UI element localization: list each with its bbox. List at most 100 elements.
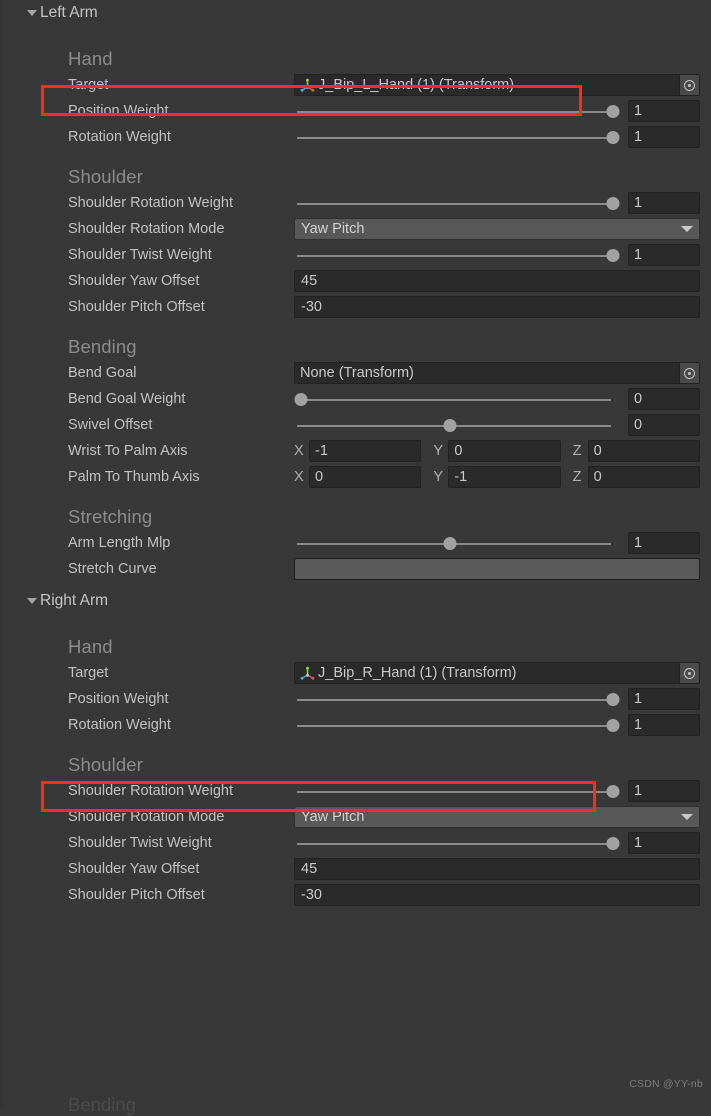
property-row-arm-length-mlp: Arm Length Mlp 1 bbox=[0, 530, 711, 556]
slider-value-field[interactable]: 1 bbox=[628, 780, 700, 802]
slider-control[interactable] bbox=[294, 192, 620, 214]
property-control bbox=[294, 556, 711, 582]
text-input-field[interactable]: -30 bbox=[294, 884, 700, 906]
picker-ring bbox=[684, 79, 695, 91]
property-control: 1 bbox=[294, 830, 711, 856]
slider-control[interactable] bbox=[294, 832, 620, 854]
group-header-right-arm-shoulder: Shoulder bbox=[68, 754, 143, 775]
foldout-header-left-arm[interactable]: Left Arm bbox=[0, 0, 711, 26]
axis-label-z: Z bbox=[572, 443, 582, 459]
property-row-target: Target J_Bip_R_Hand (1) (Transform) bbox=[0, 660, 711, 686]
slider-value-field[interactable]: 1 bbox=[628, 714, 700, 736]
triangle-down-icon bbox=[27, 598, 37, 604]
slider-track bbox=[297, 724, 611, 727]
object-picker-button[interactable] bbox=[679, 663, 699, 683]
picker-dot bbox=[688, 671, 691, 675]
slider-control[interactable] bbox=[294, 100, 620, 122]
unity-inspector-panel: Left Arm Hand Target J_Bip_L_Hand (1) (Tran… bbox=[0, 0, 711, 1115]
property-label: Position Weight bbox=[68, 691, 169, 707]
property-label: Shoulder Rotation Mode bbox=[68, 221, 225, 237]
property-label: Bend Goal bbox=[68, 365, 137, 381]
slider-value-field[interactable]: 1 bbox=[628, 832, 700, 854]
property-row-stretch-curve: Stretch Curve bbox=[0, 556, 711, 582]
slider-value-field[interactable]: 1 bbox=[628, 532, 700, 554]
axis-label-x: X bbox=[294, 469, 304, 485]
slider-value-field[interactable]: 0 bbox=[628, 414, 700, 436]
slider-value-field[interactable]: 1 bbox=[628, 100, 700, 122]
slider-control[interactable] bbox=[294, 688, 620, 710]
property-label: Shoulder Pitch Offset bbox=[68, 299, 205, 315]
dropdown-select[interactable]: Yaw Pitch bbox=[294, 218, 700, 240]
slider-handle[interactable] bbox=[606, 785, 620, 798]
text-input-field[interactable]: 45 bbox=[294, 858, 700, 880]
slider-handle[interactable] bbox=[443, 537, 457, 550]
slider-handle[interactable] bbox=[606, 693, 620, 706]
slider-value-field[interactable]: 1 bbox=[628, 244, 700, 266]
slider-track bbox=[297, 698, 611, 701]
slider-handle[interactable] bbox=[606, 131, 620, 144]
axis-input-z[interactable]: 0 bbox=[587, 440, 700, 462]
property-control: X -1 Y 0 Z 0 bbox=[294, 438, 711, 464]
cutoff-group-head: Bending bbox=[68, 1094, 136, 1115]
slider-control[interactable] bbox=[294, 714, 620, 736]
dropdown-value: Yaw Pitch bbox=[301, 221, 365, 237]
slider-control[interactable] bbox=[294, 780, 620, 802]
slider-track bbox=[297, 202, 611, 205]
property-control: None (Transform) bbox=[294, 360, 711, 386]
slider-handle[interactable] bbox=[606, 719, 620, 732]
foldout-header-right-arm[interactable]: Right Arm bbox=[0, 588, 711, 614]
group-header-left-arm-stretching: Stretching bbox=[68, 506, 153, 527]
property-label: Shoulder Yaw Offset bbox=[68, 273, 200, 289]
property-row-shoulder-rotation-weight: Shoulder Rotation Weight 1 bbox=[0, 190, 711, 216]
slider-track bbox=[297, 136, 611, 139]
picker-dot bbox=[688, 83, 691, 87]
axis-input-z[interactable]: 0 bbox=[587, 466, 700, 488]
property-row-shoulder-yaw-offset: Shoulder Yaw Offset 45 bbox=[0, 856, 711, 882]
property-control: 1 bbox=[294, 778, 711, 804]
property-label: Target bbox=[68, 665, 109, 681]
axis-input-x[interactable]: 0 bbox=[309, 466, 422, 488]
property-label: Shoulder Rotation Weight bbox=[68, 783, 233, 799]
object-reference-field[interactable]: J_Bip_R_Hand (1) (Transform) bbox=[294, 662, 700, 684]
slider-handle[interactable] bbox=[443, 419, 457, 432]
slider-handle[interactable] bbox=[606, 249, 620, 262]
slider-value-field[interactable]: 1 bbox=[628, 688, 700, 710]
slider-value-field[interactable]: 1 bbox=[628, 192, 700, 214]
animation-curve-field[interactable] bbox=[294, 558, 700, 580]
property-row-swivel-offset: Swivel Offset 0 bbox=[0, 412, 711, 438]
slider-handle[interactable] bbox=[606, 837, 620, 850]
foldout-label: Left Arm bbox=[40, 4, 98, 21]
slider-handle[interactable] bbox=[606, 105, 620, 118]
slider-control[interactable] bbox=[294, 532, 620, 554]
property-label: Swivel Offset bbox=[68, 417, 153, 433]
object-picker-button[interactable] bbox=[679, 363, 699, 383]
object-reference-field[interactable]: J_Bip_L_Hand (1) (Transform) bbox=[294, 74, 700, 96]
object-reference-label: J_Bip_R_Hand (1) (Transform) bbox=[318, 665, 517, 681]
object-reference-field[interactable]: None (Transform) bbox=[294, 362, 700, 384]
property-label: Bend Goal Weight bbox=[68, 391, 186, 407]
axis-label-y: Y bbox=[433, 469, 443, 485]
slider-control[interactable] bbox=[294, 414, 620, 436]
axis-input-y[interactable]: 0 bbox=[448, 440, 561, 462]
text-input-field[interactable]: -30 bbox=[294, 296, 700, 318]
property-row-shoulder-rotation-mode: Shoulder Rotation Mode Yaw Pitch bbox=[0, 804, 711, 830]
property-row-shoulder-pitch-offset: Shoulder Pitch Offset -30 bbox=[0, 882, 711, 908]
slider-value-field[interactable]: 0 bbox=[628, 388, 700, 410]
object-picker-button[interactable] bbox=[679, 75, 699, 95]
object-reference-label: None (Transform) bbox=[300, 365, 414, 381]
dropdown-value: Yaw Pitch bbox=[301, 809, 365, 825]
text-input-field[interactable]: 45 bbox=[294, 270, 700, 292]
slider-track bbox=[297, 790, 611, 793]
axis-input-x[interactable]: -1 bbox=[309, 440, 422, 462]
property-control: 45 bbox=[294, 856, 711, 882]
dropdown-select[interactable]: Yaw Pitch bbox=[294, 806, 700, 828]
slider-value-field[interactable]: 1 bbox=[628, 126, 700, 148]
slider-control[interactable] bbox=[294, 244, 620, 266]
slider-handle[interactable] bbox=[606, 197, 620, 210]
axis-input-y[interactable]: -1 bbox=[448, 466, 561, 488]
slider-control[interactable] bbox=[294, 388, 620, 410]
slider-control[interactable] bbox=[294, 126, 620, 148]
slider-handle[interactable] bbox=[294, 393, 308, 406]
